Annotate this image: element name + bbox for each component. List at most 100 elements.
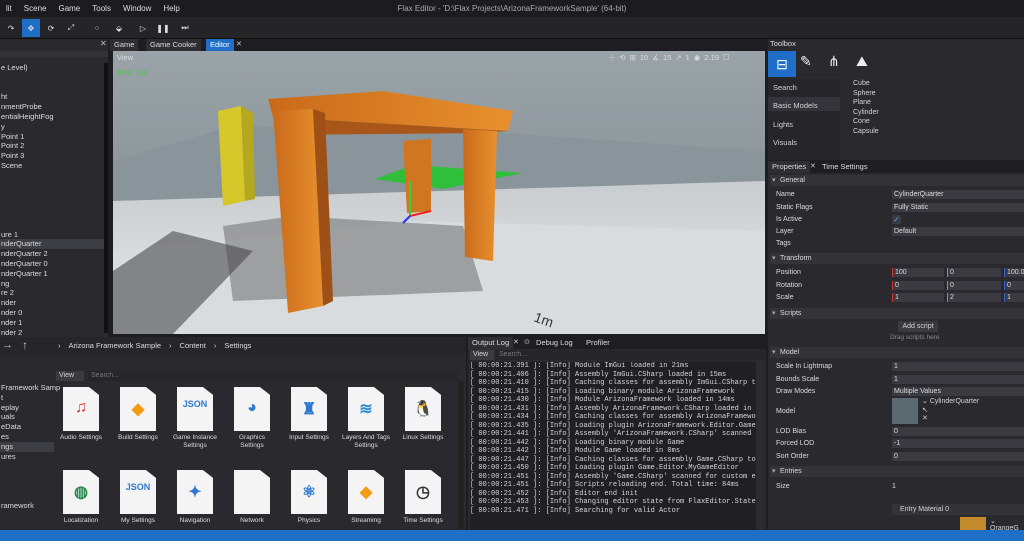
entry-material-header[interactable]: Entry Material 0 — [892, 504, 1024, 515]
item-cone[interactable]: Cone — [853, 117, 879, 127]
scene-viewport[interactable]: 1m View FPS: 120 ⊹ ⟲ ⊞ 10 ∡ 15 ↗ 1 ◉ 2.1… — [113, 51, 765, 334]
section-model[interactable]: Model — [770, 347, 1024, 358]
scene-tree-item[interactable]: e Level) — [0, 63, 104, 73]
scale-snap-icon[interactable]: ↗ — [675, 53, 681, 62]
static-flags-dropdown[interactable]: Fully Static — [892, 203, 1024, 212]
tab-time-settings[interactable]: Time Settings — [818, 161, 872, 173]
breadcrumb-root[interactable]: Arizona Framework Sample — [69, 341, 162, 350]
scene-tree-item[interactable]: ng — [0, 279, 104, 289]
size-value[interactable]: 1 — [892, 481, 896, 492]
content-tree-item[interactable]: uals — [0, 412, 54, 422]
close-icon[interactable]: ✕ — [100, 39, 107, 48]
angle-icon[interactable]: ∡ — [652, 53, 659, 62]
snap-icon[interactable]: ⁘ — [88, 19, 106, 37]
position-y[interactable]: 0 — [947, 268, 1001, 277]
scale-y[interactable]: 2 — [947, 293, 1001, 302]
scene-tree-item[interactable] — [0, 73, 104, 83]
rotate-snap-icon[interactable]: ⟲ — [619, 53, 625, 62]
content-tree-item[interactable]: es — [0, 432, 54, 442]
output-view-menu[interactable]: View — [470, 350, 494, 360]
rotation-y[interactable]: 0 — [947, 281, 1001, 290]
tab-game[interactable]: Game — [110, 39, 139, 51]
position-z[interactable]: 100.0 — [1004, 268, 1024, 277]
scene-tree-item[interactable]: nderQuarter — [0, 239, 104, 250]
scale-x[interactable]: 1 — [892, 293, 944, 302]
scene-tree-item[interactable]: nderQuarter 0 — [0, 259, 104, 269]
maximize-icon[interactable]: ☐ — [723, 53, 730, 62]
content-tree-item[interactable]: eplay — [0, 403, 54, 413]
content-tree-item[interactable]: Framework Samp — [0, 383, 60, 393]
scale-gizmo-icon[interactable]: ⤢ — [62, 19, 80, 37]
asset-tile[interactable]: ≋ Layers And Tags Settings — [341, 387, 391, 457]
material-thumbnail[interactable] — [960, 517, 986, 530]
content-tree-item[interactable]: ramework — [0, 501, 54, 511]
asset-tile[interactable]: ♜ Input Settings — [284, 387, 334, 457]
scene-tree-item[interactable] — [0, 210, 104, 220]
rotation-z[interactable]: 0 — [1004, 281, 1024, 290]
position-x[interactable]: 100 — [892, 268, 944, 277]
camera-icon[interactable]: ◉ — [694, 53, 701, 62]
menu-file[interactable]: lit — [0, 4, 18, 13]
scene-tree-item[interactable] — [0, 181, 104, 191]
scene-tree-item[interactable]: nderQuarter 1 — [0, 269, 104, 279]
content-view-menu[interactable]: View — [56, 371, 84, 381]
model-browse-icon[interactable]: ↖ — [922, 406, 928, 414]
section-entries[interactable]: Entries — [770, 466, 1024, 477]
category-search[interactable]: Search — [773, 83, 797, 92]
content-tree-item[interactable] — [0, 481, 54, 491]
forced-lod-field[interactable]: -1 — [892, 439, 1024, 448]
scene-tree-item[interactable]: nder 2 — [0, 328, 104, 338]
scene-tree-item[interactable] — [0, 83, 104, 93]
scene-tree-item[interactable] — [0, 190, 104, 200]
scene-tree-item[interactable] — [0, 200, 104, 210]
scene-tree-item[interactable]: Scene — [0, 161, 104, 171]
scene-search-bar[interactable] — [0, 51, 108, 57]
grid-snap-value[interactable]: 10 — [640, 53, 648, 62]
name-field[interactable]: CylinderQuarter — [892, 190, 1024, 199]
asset-tile[interactable]: JSON Game Instance Settings — [170, 387, 220, 457]
tab-debug-log[interactable]: Debug Log — [532, 337, 577, 349]
scene-tree-item[interactable]: y — [0, 122, 104, 132]
item-cube[interactable]: Cube — [853, 79, 879, 89]
grid-icon[interactable]: ⊞ — [630, 53, 636, 62]
scene-tree-item[interactable]: nmentProbe — [0, 102, 104, 112]
rotation-x[interactable]: 0 — [892, 281, 944, 290]
category-visuals[interactable]: Visuals — [773, 138, 797, 147]
scene-tree-item[interactable]: ht — [0, 92, 104, 102]
rotate-gizmo-icon[interactable]: ⟳ — [42, 19, 60, 37]
scale-z[interactable]: 1 — [1004, 293, 1024, 302]
content-tree-item[interactable]: ures — [0, 452, 54, 462]
content-search-input[interactable]: Search... — [88, 371, 458, 381]
menu-help[interactable]: Help — [157, 4, 185, 13]
output-search-input[interactable]: Search... — [496, 350, 764, 360]
scrollbar[interactable] — [104, 63, 108, 333]
content-tree-item[interactable]: eData — [0, 422, 54, 432]
model-picker[interactable]: ⌄ CylinderQuarter — [922, 397, 979, 405]
content-tree-item[interactable]: t — [0, 393, 54, 403]
breadcrumb-content[interactable]: Content — [180, 341, 206, 350]
asset-tile[interactable]: ◕ Graphics Settings — [227, 387, 277, 457]
menu-scene[interactable]: Scene — [18, 4, 53, 13]
bounds-field[interactable]: 1 — [892, 375, 1024, 384]
scene-tree-item[interactable]: Point 1 — [0, 132, 104, 142]
close-icon[interactable]: ✕ — [236, 40, 242, 48]
scene-tree-item[interactable]: Point 2 — [0, 141, 104, 151]
tab-game-cooker[interactable]: Game Cooker — [146, 39, 201, 51]
scene-tree-item[interactable]: ure 1 — [0, 230, 104, 240]
terrain-icon[interactable]: ⛰ — [856, 53, 868, 70]
model-clear-icon[interactable]: ✕ — [922, 414, 928, 422]
scene-tree-item[interactable]: nder — [0, 298, 104, 308]
item-cylinder[interactable]: Cylinder — [853, 108, 879, 118]
add-script-button[interactable]: Add script — [898, 321, 938, 332]
breadcrumb-settings[interactable]: Settings — [224, 341, 251, 350]
scene-tree-item[interactable] — [0, 171, 104, 181]
pause-icon[interactable]: ❚❚ — [154, 19, 172, 37]
scene-tree-item[interactable]: re 2 — [0, 288, 104, 298]
tab-properties[interactable]: Properties — [768, 161, 811, 173]
up-arrow-icon[interactable]: ↑ — [22, 338, 28, 352]
tab-editor[interactable]: Editor — [206, 39, 234, 51]
scene-tree-item[interactable]: Point 3 — [0, 151, 104, 161]
step-icon[interactable]: ⏭ — [176, 19, 194, 37]
draw-modes-dropdown[interactable]: Multiple Values — [892, 387, 1024, 396]
layer-dropdown[interactable]: Default — [892, 227, 1024, 236]
